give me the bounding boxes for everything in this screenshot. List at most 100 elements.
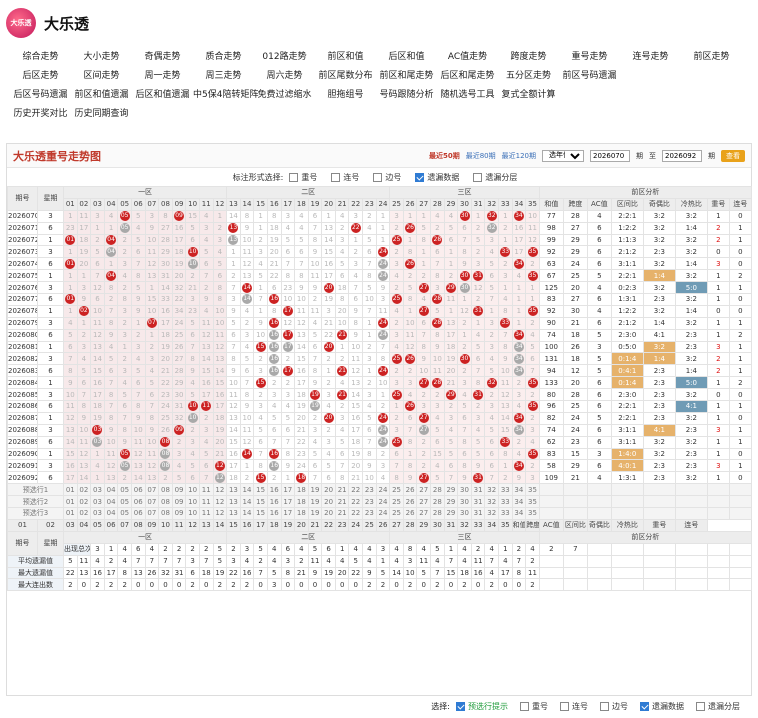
nav-link[interactable]: 周一走势 xyxy=(132,68,193,81)
preselect-ball[interactable]: 24 xyxy=(375,483,391,497)
preselect-ball[interactable]: 29 xyxy=(443,495,459,509)
preselect-ball[interactable]: 09 xyxy=(171,495,187,509)
nav-link[interactable]: 五分区走势 xyxy=(498,68,559,81)
preselect-ball[interactable]: 14 xyxy=(239,483,255,497)
preselect-ball[interactable]: 02 xyxy=(76,483,92,497)
nav-link[interactable]: 历史开奖对比 xyxy=(10,106,71,119)
preselect-ball[interactable]: 17 xyxy=(280,495,296,509)
preselect-ball[interactable]: 29 xyxy=(443,483,459,497)
nav-link[interactable]: 前区走势 xyxy=(681,49,742,62)
preselect-ball[interactable]: 33 xyxy=(498,483,513,497)
preselect-ball[interactable]: 24 xyxy=(375,507,391,520)
preselect-ball[interactable]: 35 xyxy=(525,507,540,520)
mark-option[interactable]: 连号 xyxy=(331,172,359,183)
preselect-ball[interactable]: 11 xyxy=(198,507,214,520)
preselect-ball[interactable]: 16 xyxy=(266,495,282,509)
preselect-ball[interactable]: 30 xyxy=(457,507,472,520)
preselect-row[interactable]: 预选行3 01 02 03 04 05 06 07 08 09 10 11 12 13 14 15 16 17 18… xyxy=(7,507,752,520)
preselect-ball[interactable]: 34 xyxy=(511,483,527,497)
nav-link[interactable]: AC值走势 xyxy=(437,49,498,62)
preselect-ball[interactable]: 30 xyxy=(457,495,472,509)
nav-link[interactable]: 跨度走势 xyxy=(498,49,559,62)
preselect-ball[interactable]: 32 xyxy=(484,507,499,520)
preselect-ball[interactable]: 01 xyxy=(63,483,78,497)
preselect-ball[interactable]: 18 xyxy=(294,507,309,520)
preselect-ball[interactable]: 30 xyxy=(457,483,472,497)
nav-link[interactable]: 历史同期查询 xyxy=(71,106,132,119)
preselect-ball[interactable]: 35 xyxy=(525,483,540,497)
preselect-ball[interactable]: 34 xyxy=(511,495,527,509)
nav-link[interactable]: 复式全额计算 xyxy=(498,87,559,100)
period-link-50[interactable]: 最近50期 xyxy=(429,151,460,161)
preselect-ball[interactable]: 33 xyxy=(498,495,513,509)
preselect-ball[interactable]: 19 xyxy=(307,495,323,509)
preselect-ball[interactable]: 12 xyxy=(212,483,228,497)
preselect-ball[interactable]: 13 xyxy=(226,495,241,509)
preselect-ball[interactable]: 05 xyxy=(117,495,132,509)
preselect-ball[interactable]: 03 xyxy=(90,483,105,497)
preselect-ball[interactable]: 02 xyxy=(76,507,92,520)
preselect-ball[interactable]: 28 xyxy=(430,483,445,497)
preselect-ball[interactable]: 20 xyxy=(321,495,336,509)
preselect-ball[interactable]: 22 xyxy=(348,483,364,497)
preselect-ball[interactable]: 34 xyxy=(511,507,527,520)
preselect-ball[interactable]: 28 xyxy=(430,495,445,509)
nav-link[interactable]: 胆拖组号 xyxy=(315,87,376,100)
checkbox[interactable] xyxy=(600,701,609,711)
preselect-ball[interactable]: 25 xyxy=(389,495,404,509)
preselect-ball[interactable]: 26 xyxy=(402,495,418,509)
preselect-ball[interactable]: 01 xyxy=(63,507,78,520)
preselect-ball[interactable]: 21 xyxy=(334,495,350,509)
preselect-ball[interactable]: 17 xyxy=(280,507,296,520)
checkbox[interactable] xyxy=(473,172,483,182)
bottom-option[interactable]: 遗漏数据 xyxy=(640,701,684,712)
nav-link[interactable]: 前区号码遗漏 xyxy=(559,68,620,81)
preselect-ball[interactable]: 20 xyxy=(321,483,336,497)
query-button[interactable]: 查看 xyxy=(721,149,745,162)
checkbox[interactable] xyxy=(520,701,529,711)
preselect-ball[interactable]: 31 xyxy=(470,483,486,497)
preselect-ball[interactable]: 04 xyxy=(103,483,119,497)
preselect-ball[interactable]: 33 xyxy=(498,507,513,520)
preselect-ball[interactable]: 24 xyxy=(375,495,391,509)
preselect-ball[interactable]: 26 xyxy=(402,483,418,497)
preselect-ball[interactable]: 32 xyxy=(484,495,499,509)
preselect-ball[interactable]: 10 xyxy=(185,495,200,509)
preselect-ball[interactable]: 21 xyxy=(334,507,350,520)
checkbox[interactable] xyxy=(331,172,341,182)
period-link-120[interactable]: 最近120期 xyxy=(502,151,536,161)
nav-link[interactable]: 前区尾数分布 xyxy=(315,68,376,81)
nav-link[interactable]: 周六走势 xyxy=(254,68,315,81)
preselect-ball[interactable]: 12 xyxy=(212,507,228,520)
preselect-ball[interactable]: 05 xyxy=(117,483,132,497)
nav-link[interactable]: 免费过滤缩水 xyxy=(254,87,315,100)
preselect-ball[interactable]: 17 xyxy=(280,483,296,497)
nav-link[interactable]: 前区和值遗漏 xyxy=(71,87,132,100)
preselect-ball[interactable]: 02 xyxy=(76,495,92,509)
preselect-ball[interactable]: 15 xyxy=(253,483,268,497)
checkbox[interactable] xyxy=(560,701,569,711)
preselect-ball[interactable]: 15 xyxy=(253,507,268,520)
nav-link[interactable]: 中5保4陪转矩阵 xyxy=(193,87,258,100)
preselect-ball[interactable]: 06 xyxy=(130,495,146,509)
nav-link[interactable]: 后区和尾走势 xyxy=(437,68,498,81)
checkbox[interactable] xyxy=(289,172,299,182)
preselect-ball[interactable]: 10 xyxy=(185,507,200,520)
nav-link[interactable]: 重号走势 xyxy=(559,49,620,62)
preselect-ball[interactable]: 28 xyxy=(430,507,445,520)
preselect-ball[interactable]: 07 xyxy=(144,483,160,497)
nav-link[interactable]: 综合走势 xyxy=(10,49,71,62)
preselect-ball[interactable]: 12 xyxy=(212,495,228,509)
preselect-ball[interactable]: 15 xyxy=(253,495,268,509)
preselect-ball[interactable]: 11 xyxy=(198,483,214,497)
preselect-ball[interactable]: 23 xyxy=(362,483,377,497)
preselect-ball[interactable]: 04 xyxy=(103,507,119,520)
mark-option[interactable]: 重号 xyxy=(289,172,317,183)
preselect-ball[interactable]: 14 xyxy=(239,507,255,520)
preselect-ball[interactable]: 22 xyxy=(348,495,364,509)
preselect-ball[interactable]: 25 xyxy=(389,507,404,520)
preselect-ball[interactable]: 09 xyxy=(171,483,187,497)
nav-link[interactable]: 后区号码遗漏 xyxy=(10,87,71,100)
mark-option[interactable]: 边号 xyxy=(373,172,401,183)
preselect-ball[interactable]: 35 xyxy=(525,495,540,509)
